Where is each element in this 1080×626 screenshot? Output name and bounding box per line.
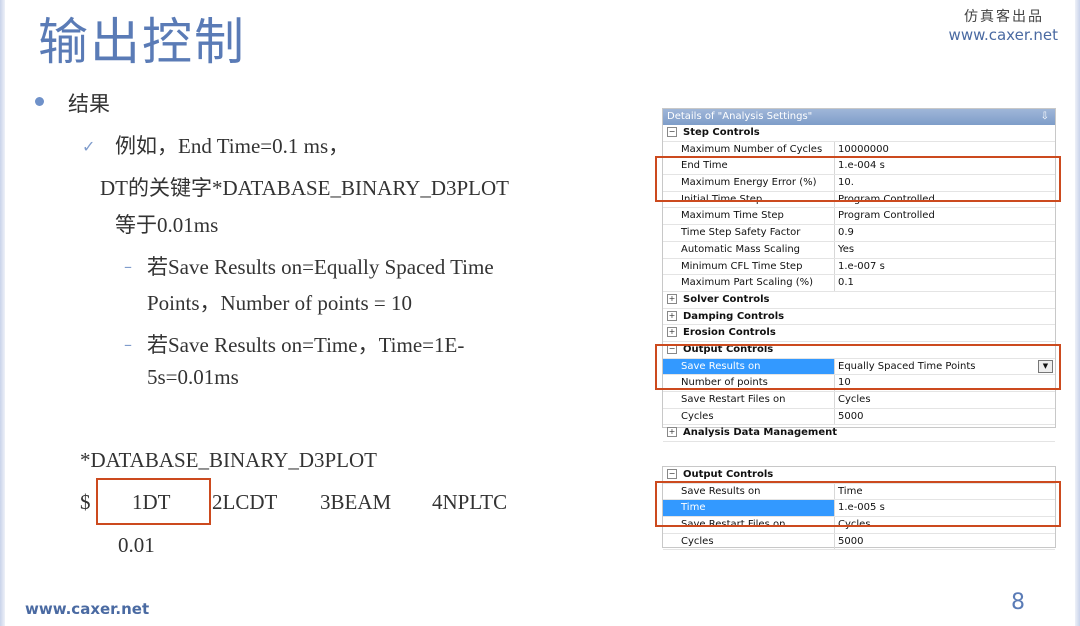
section-solver-controls[interactable]: + Solver Controls (663, 292, 1055, 309)
expand-icon[interactable]: + (667, 310, 677, 321)
expand-icon[interactable]: + (667, 327, 677, 338)
dash-icon: – (124, 335, 132, 354)
dash-icon: – (124, 257, 132, 276)
section-analysis-data[interactable]: + Analysis Data Management (663, 425, 1055, 443)
section-damping-controls[interactable]: + Damping Controls (663, 309, 1055, 326)
slide-title: 输出控制 (38, 13, 246, 71)
card-field-beam: 3BEAM (320, 490, 392, 514)
expand-icon[interactable]: + (667, 427, 677, 438)
dt-line-1: DT的关键字*DATABASE_BINARY_D3PLOT (100, 176, 509, 200)
collapse-icon[interactable]: − (667, 127, 677, 137)
card-dollar: $ (80, 490, 91, 514)
slide-frame-right (1075, 0, 1080, 626)
brand-url: www.caxer.net (948, 26, 1058, 44)
property-row[interactable]: Cycles 5000 (663, 533, 1055, 551)
property-row[interactable]: Maximum Part Scaling (%) 0.1 (663, 275, 1055, 292)
card-field-lcdt: 2LCDT (212, 490, 278, 514)
save-results-highlight-box (655, 344, 1061, 390)
details-panel-title: Details of "Analysis Settings" (667, 111, 813, 122)
property-row[interactable]: Maximum Time Step Program Controlled (663, 208, 1055, 226)
bullet-dot-icon (35, 97, 44, 106)
property-row[interactable]: Time Step Safety Factor 0.9 (663, 225, 1055, 242)
brand-chinese: 仿真客出品 (964, 9, 1044, 25)
dt-highlight-box (96, 478, 211, 525)
bullet-heading: 结果 (68, 92, 110, 116)
case2-line-1: 若Save Results on=Time，Time=1E- (147, 333, 465, 357)
footer-url: www.caxer.net (25, 600, 150, 618)
card-value: 0.01 (118, 533, 155, 557)
collapse-icon[interactable]: − (667, 469, 677, 479)
page-number: 8 (1011, 590, 1025, 615)
property-row[interactable]: Automatic Mass Scaling Yes (663, 241, 1055, 259)
card-field-npltc: 4NPLTC (432, 490, 508, 514)
case1-line-1: 若Save Results on=Equally Spaced Time (147, 255, 494, 279)
example-line: 例如，End Time=0.1 ms， (115, 134, 350, 158)
pin-icon[interactable]: ⇩ (1041, 109, 1049, 125)
expand-icon[interactable]: + (667, 293, 677, 304)
end-time-highlight-box (655, 156, 1061, 202)
details-panel-header: Details of "Analysis Settings" ⇩ (663, 109, 1055, 125)
property-row[interactable]: Save Restart Files on Cycles (663, 392, 1055, 409)
property-row[interactable]: Minimum CFL Time Step 1.e-007 s (663, 258, 1055, 276)
checkmark-icon: ✓ (82, 137, 96, 156)
case2-line-2: 5s=0.01ms (147, 365, 239, 389)
case1-line-2: Points，Number of points = 10 (147, 291, 413, 315)
section-step-controls[interactable]: − Step Controls (663, 125, 1055, 142)
time-highlight-box (655, 481, 1061, 527)
section-erosion-controls[interactable]: + Erosion Controls (663, 325, 1055, 342)
property-row[interactable]: Cycles 5000 (663, 408, 1055, 426)
slide-frame-left (0, 0, 5, 626)
keyword-line: *DATABASE_BINARY_D3PLOT (80, 448, 378, 472)
dt-line-2: 等于0.01ms (115, 213, 219, 237)
